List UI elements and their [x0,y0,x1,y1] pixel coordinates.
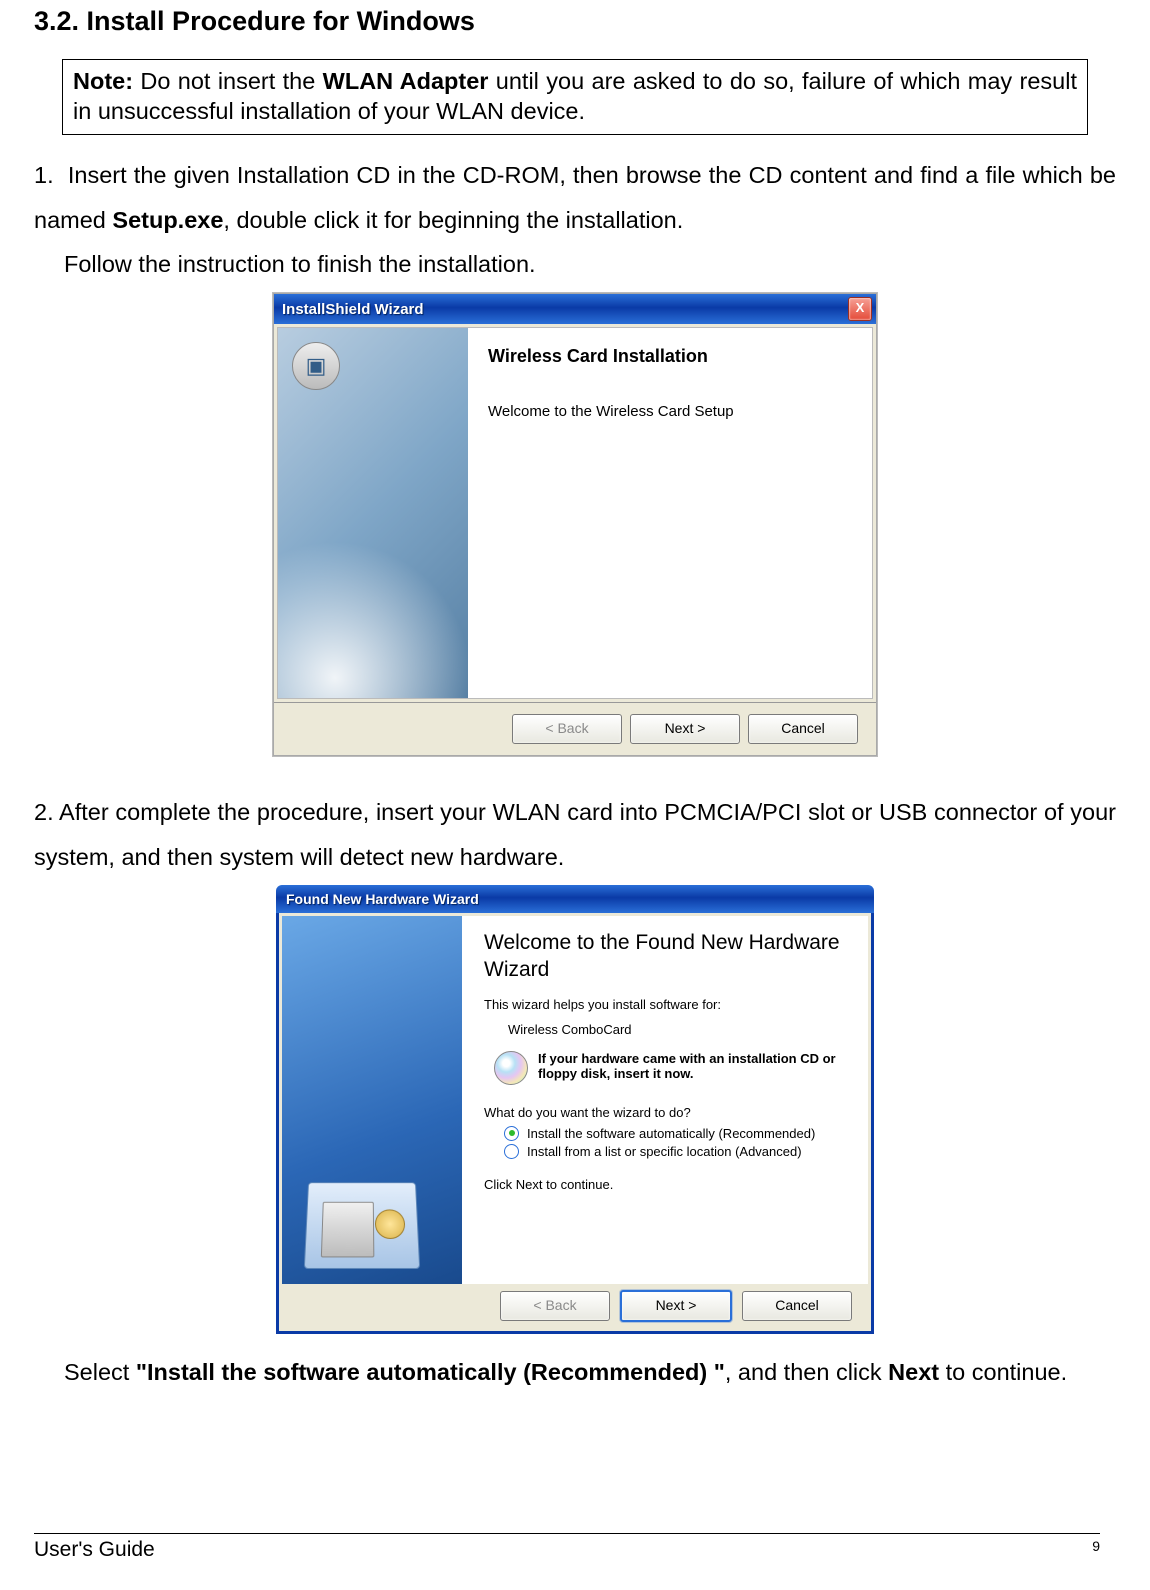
step-2-number: 2. [34,799,54,825]
radio-icon[interactable] [504,1126,519,1141]
fnh-titlebar: Found New Hardware Wizard [276,885,874,913]
step-1-number: 1. [34,162,54,188]
installshield-heading: Wireless Card Installation [488,346,852,367]
note-box: Note: Do not insert the WLAN Adapter unt… [62,59,1088,135]
fnh-cd-text: If your hardware came with an installati… [538,1051,846,1081]
step-2-text: After complete the procedure, insert you… [34,799,1116,870]
close-icon[interactable]: X [848,297,872,321]
fnh-heading: Welcome to the Found New Hardware Wizard [484,930,846,983]
cd-icon [494,1051,528,1085]
next-button[interactable]: Next > [620,1290,732,1322]
radio-option-advanced[interactable]: Install from a list or specific location… [504,1144,846,1159]
back-button: < Back [512,714,622,744]
step-1-bold: Setup.exe [112,207,223,233]
installer-icon: ▣ [292,342,340,390]
radio-label-advanced: Install from a list or specific location… [527,1144,802,1159]
select-text: Select [64,1359,136,1385]
select-mid: , and then click [725,1359,888,1385]
fnh-title: Found New Hardware Wizard [286,891,479,907]
fnh-help-text: This wizard helps you install software f… [484,997,846,1012]
select-end: to continue. [939,1359,1067,1385]
fnh-sidebar-graphic [282,916,462,1284]
hardware-icon [304,1183,420,1270]
note-bold-term: WLAN Adapter [323,68,489,94]
step-2: 2. After complete the procedure, insert … [34,790,1116,879]
section-title: 3.2. Install Procedure for Windows [34,6,1116,37]
installshield-sidebar-graphic: ▣ [278,328,468,698]
back-button: < Back [500,1291,610,1321]
installshield-titlebar: InstallShield Wizard X [274,294,876,324]
fnh-question: What do you want the wizard to do? [484,1105,846,1120]
radio-label-auto: Install the software automatically (Reco… [527,1126,815,1141]
found-new-hardware-window: Found New Hardware Wizard Welcome to the… [276,885,874,1334]
cancel-button[interactable]: Cancel [742,1291,852,1321]
fnh-click-next: Click Next to continue. [484,1177,846,1192]
footer-left: User's Guide [34,1538,155,1562]
installshield-welcome-text: Welcome to the Wireless Card Setup [488,403,852,420]
radio-option-auto[interactable]: Install the software automatically (Reco… [504,1126,846,1141]
step-1: 1. Insert the given Installation CD in t… [34,153,1116,242]
select-bold2: Next [888,1359,939,1385]
installshield-wizard-window: InstallShield Wizard X ▣ Wireless Card I… [273,293,877,756]
select-bold1: "Install the software automatically (Rec… [136,1359,725,1385]
page-footer: User's Guide 9 [34,1533,1100,1562]
note-label: Note: [73,68,133,94]
radio-icon[interactable] [504,1144,519,1159]
fnh-device-name: Wireless ComboCard [508,1022,846,1037]
step-1-text-b: , double click it for beginning the inst… [223,207,683,233]
next-button[interactable]: Next > [630,714,740,744]
installshield-title: InstallShield Wizard [282,301,424,318]
cancel-button[interactable]: Cancel [748,714,858,744]
step-2-after: Select "Install the software automatical… [34,1350,1116,1395]
step-1-line2: Follow the instruction to finish the ins… [34,242,1116,287]
note-text-before: Do not insert the [133,68,323,94]
footer-page-number: 9 [1092,1538,1100,1562]
